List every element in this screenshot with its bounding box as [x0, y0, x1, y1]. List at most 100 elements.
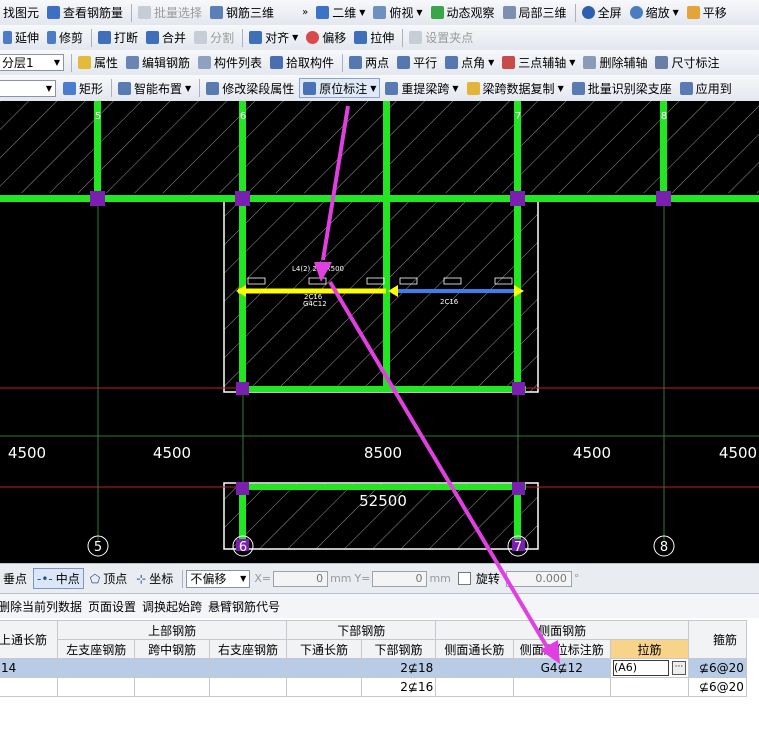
beam-vertical-mid[interactable] — [383, 101, 390, 392]
dynamic-observe-button[interactable]: 动态观察 — [428, 3, 498, 23]
merge-button[interactable]: 合并 — [143, 28, 189, 48]
pan-button[interactable]: 平移 — [684, 3, 730, 23]
beam-vertical-7[interactable] — [514, 101, 521, 392]
re-extract-icon — [385, 81, 399, 95]
copy-span-data-button[interactable]: 梁跨数据复制 ▼ — [464, 78, 567, 98]
edit-toolbar: 延伸 修剪 打断 合并 分割 对齐 ▼ 偏移 拉伸 设置夹点 — [0, 25, 759, 51]
svg-text:6: 6 — [239, 540, 247, 555]
orbit-icon — [430, 6, 444, 19]
x-input[interactable]: 0 — [273, 570, 329, 587]
batch-select-button[interactable]: 批量选择 — [135, 3, 205, 23]
beam-vertical-6[interactable] — [239, 101, 246, 392]
re-extract-span-button[interactable]: 重提梁跨 ▼ — [382, 78, 461, 98]
find-element-button[interactable]: 找图元 — [0, 3, 42, 23]
svg-text:7: 7 — [515, 111, 521, 122]
slab-hatch-center — [224, 196, 538, 392]
beam-label-right: 2C16 — [440, 298, 459, 306]
dimension-icon — [655, 56, 669, 69]
rectangle-button[interactable]: 矩形 — [60, 78, 106, 98]
set-clamp-button[interactable]: 设置夹点 — [406, 28, 476, 48]
header-side-through: 侧面通长筋 — [435, 639, 514, 659]
grid-tools-bar: 删除当前列数据 页面设置 调换起始跨 悬臂钢筋代号 — [0, 594, 759, 618]
view-mode-dropdown[interactable]: 二维 ▼ — [313, 3, 368, 23]
in-situ-mark-button[interactable]: 原位标注 ▼ — [299, 78, 381, 98]
parallel-button[interactable]: 平行 — [394, 53, 440, 73]
vertex-snap[interactable]: ⬠ 顶点 — [87, 569, 130, 588]
hand-icon — [686, 6, 700, 19]
perpendicular-snap[interactable]: 垂点 — [0, 569, 30, 588]
trim-button[interactable]: 修剪 — [44, 28, 86, 48]
ellipsis-button[interactable]: ··· — [671, 660, 686, 675]
beam-horizontal-top[interactable] — [0, 195, 759, 202]
properties-icon — [78, 56, 91, 69]
delete-col-data-button[interactable]: 删除当前列数据 — [0, 598, 82, 615]
drawing-canvas[interactable]: L4(2) 250X500 2C16 G4C12 2C16 5 6 7 8 45… — [0, 101, 759, 563]
copy-data-icon — [466, 81, 480, 95]
page-setup-button[interactable]: 页面设置 — [88, 598, 136, 615]
view-2d-icon — [316, 6, 330, 19]
svg-text:7: 7 — [514, 540, 522, 555]
smart-layout-button[interactable]: 智能布置 ▼ — [115, 78, 194, 98]
chevron-down-icon: ▼ — [53, 58, 60, 67]
svg-text:5: 5 — [95, 111, 101, 122]
identify-support-icon — [571, 81, 585, 95]
svg-text:8: 8 — [660, 540, 668, 555]
three-point-axis-button[interactable]: 三点辅轴 ▼ — [499, 53, 578, 73]
offset-mode-select[interactable]: 不偏移 ▼ — [186, 569, 251, 588]
parallel-icon — [397, 56, 411, 69]
fullscreen-button[interactable]: 全屏 — [579, 3, 625, 23]
floor-select[interactable]: 分层1 ▼ — [0, 54, 64, 71]
cantilever-code-button[interactable]: 悬臂钢筋代号 — [208, 598, 280, 615]
midpoint-snap[interactable]: -•- 中点 — [33, 568, 84, 589]
rotate-checkbox[interactable] — [457, 572, 471, 585]
list-icon — [198, 56, 212, 69]
pick-component-button[interactable]: 拾取构件 — [267, 53, 337, 73]
chevron-down-icon: ▼ — [240, 574, 247, 583]
beam-horizontal-center-bottom[interactable] — [236, 386, 526, 392]
header-left-support: 左支座钢筋 — [57, 639, 136, 659]
modify-props-icon — [206, 81, 220, 95]
point-angle-icon — [445, 56, 459, 69]
modify-span-props-button[interactable]: 修改梁段属性 — [203, 78, 297, 98]
align-button[interactable]: 对齐 ▼ — [246, 28, 301, 48]
svg-text:4500: 4500 — [8, 444, 46, 462]
header-tie-bar[interactable]: 拉筋 — [609, 639, 689, 659]
svg-text:4500: 4500 — [573, 444, 611, 462]
two-points-button[interactable]: 两点 — [346, 53, 392, 73]
edit-rebar-button[interactable]: 编辑钢筋 — [123, 53, 193, 73]
break-button[interactable]: 打断 — [95, 28, 141, 48]
beam-type-select[interactable]: ▼ — [0, 79, 56, 97]
rebar-3d-button[interactable]: 钢筋三维 — [207, 3, 277, 23]
stretch-button[interactable]: 拉伸 — [351, 28, 397, 48]
split-icon — [194, 31, 208, 44]
coordinate-snap[interactable]: ⊹ 坐标 — [133, 569, 176, 588]
split-button[interactable]: 分割 — [191, 28, 237, 48]
more-chevron-icon[interactable]: » — [299, 3, 311, 23]
batch-identify-support-button[interactable]: 批量识别梁支座 — [569, 78, 675, 98]
view-rebar-qty-button[interactable]: 查看钢筋量 — [44, 3, 126, 23]
dim-mark-button[interactable]: 尺寸标注 — [652, 53, 722, 73]
apply-to-button[interactable]: 应用到 — [677, 78, 735, 98]
point-angle-button[interactable]: 点角 ▼ — [442, 53, 497, 73]
svg-text:6: 6 — [240, 111, 246, 122]
properties-button[interactable]: 属性 — [75, 53, 121, 73]
zoom-button[interactable]: 缩放 ▼ — [627, 3, 682, 23]
fullscreen-icon — [581, 6, 595, 19]
component-list-button[interactable]: 构件列表 — [195, 53, 265, 73]
tie-bar-input[interactable]: (A6) — [612, 660, 669, 676]
rotate-input[interactable]: 0.000 — [505, 570, 572, 587]
header-stirrup: 箍筋 — [687, 620, 748, 659]
offset-button[interactable]: 偏移 — [303, 28, 349, 48]
local-3d-button[interactable]: 局部三维 — [500, 3, 570, 23]
y-input[interactable]: 0 — [372, 570, 428, 587]
header-side-rebar: 侧面钢筋 — [435, 620, 689, 640]
extend-button[interactable]: 延伸 — [0, 28, 42, 48]
tie-bar-cell-editing[interactable]: (A6) ··· — [609, 658, 689, 678]
top-view-button[interactable]: 俯视 ▼ — [370, 3, 425, 23]
table-row[interactable]: 14 2⊈18 G4⊈12 (A6) ··· ⊈6@20 — [0, 658, 748, 678]
table-row[interactable]: 2⊈16 ⊈6@20 — [0, 677, 748, 697]
swap-start-span-button[interactable]: 调换起始跨 — [142, 598, 202, 615]
delete-axis-button[interactable]: 删除辅轴 — [580, 53, 650, 73]
svg-text:5: 5 — [94, 540, 102, 555]
beam-horizontal-lower[interactable] — [236, 484, 526, 490]
